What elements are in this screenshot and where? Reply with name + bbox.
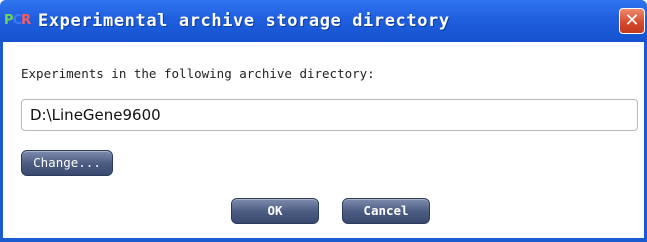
change-button[interactable]: Change... [21, 150, 113, 176]
close-button[interactable]: ✕ [619, 8, 645, 34]
window-title: Experimental archive storage directory [38, 11, 450, 31]
directory-label: Experiments in the following archive dir… [21, 66, 375, 81]
cancel-button[interactable]: Cancel [342, 198, 430, 224]
close-icon: ✕ [624, 10, 640, 31]
archive-directory-dialog: PCR Experimental archive storage directo… [0, 0, 647, 242]
ok-button[interactable]: OK [231, 198, 319, 224]
window-bottom-border [0, 238, 647, 242]
title-bar[interactable]: PCR Experimental archive storage directo… [0, 0, 647, 42]
app-logo-icon: PCR [4, 13, 31, 28]
dialog-body: Experiments in the following archive dir… [3, 42, 644, 242]
directory-path-input[interactable]: D:\LineGene9600 [21, 99, 638, 131]
